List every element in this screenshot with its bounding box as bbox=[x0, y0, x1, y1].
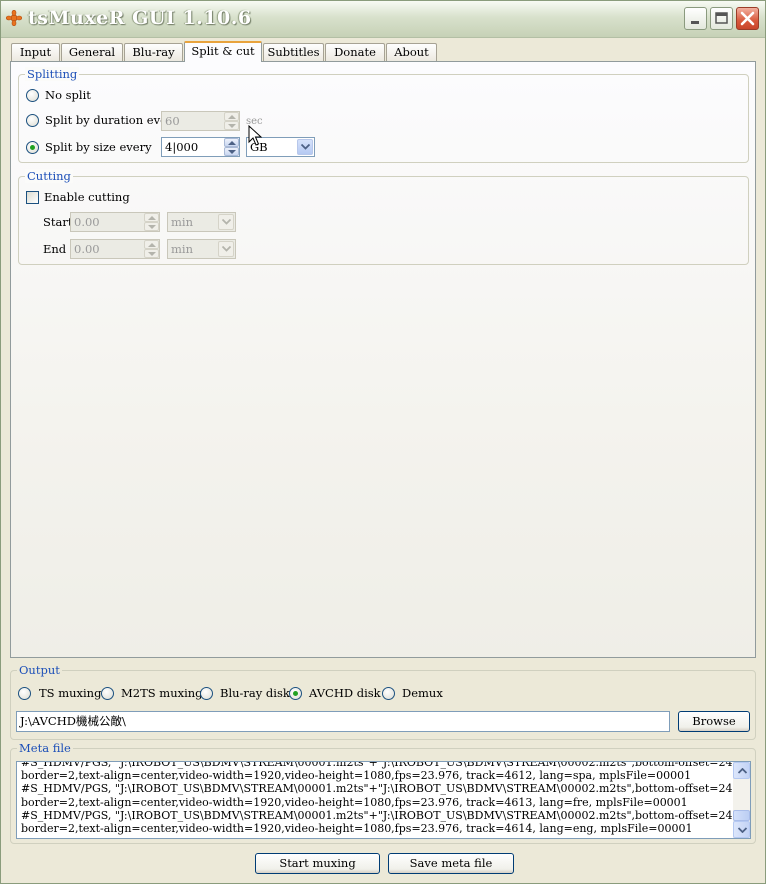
m2ts-muxing-label[interactable]: M2TS muxing bbox=[121, 686, 203, 700]
cut-start-input[interactable]: 0.00 bbox=[70, 212, 160, 232]
demux-label[interactable]: Demux bbox=[402, 686, 443, 700]
browse-button[interactable]: Browse bbox=[678, 711, 750, 732]
tab-about[interactable]: About bbox=[386, 43, 437, 61]
split-by-duration-radio[interactable] bbox=[26, 114, 39, 127]
save-meta-file-button[interactable]: Save meta file bbox=[388, 853, 514, 874]
splitting-legend: Splitting bbox=[25, 67, 80, 81]
cut-end-up-button[interactable] bbox=[144, 240, 159, 249]
meta-file-scrollbar[interactable] bbox=[733, 762, 750, 838]
arrow-up-icon bbox=[148, 216, 156, 220]
app-icon bbox=[6, 10, 22, 26]
size-input[interactable]: 4|000 bbox=[161, 137, 240, 157]
arrow-up-icon bbox=[228, 141, 236, 145]
cut-start-label: Start bbox=[43, 215, 73, 229]
avchd-disk-radio[interactable] bbox=[289, 687, 302, 700]
enable-cutting-checkbox[interactable] bbox=[26, 191, 39, 204]
chevron-down-icon bbox=[222, 246, 231, 252]
split-by-size-label[interactable]: Split by size every bbox=[45, 140, 152, 154]
chevron-down-icon bbox=[222, 219, 231, 225]
close-button[interactable] bbox=[736, 7, 759, 30]
cut-start-unit-value: min bbox=[171, 215, 193, 229]
tab-general[interactable]: General bbox=[61, 43, 123, 61]
ts-muxing-label[interactable]: TS muxing bbox=[39, 686, 101, 700]
close-icon bbox=[740, 11, 755, 26]
output-path-input[interactable]: J:\AVCHD機械公敵\ bbox=[16, 711, 670, 732]
cut-end-unit-select[interactable]: min bbox=[167, 239, 236, 259]
main-window: tsMuxeR GUI 1.10.6 Input General Blu-ray… bbox=[0, 0, 766, 884]
split-by-size-radio[interactable] bbox=[26, 141, 39, 154]
duration-spinner[interactable] bbox=[224, 112, 239, 130]
size-spinner[interactable] bbox=[224, 138, 239, 156]
meta-file-textarea[interactable]: #S_HDMV/PGS, "J:\IROBOT_US\BDMV\STREAM\0… bbox=[16, 761, 751, 839]
size-value: 4|000 bbox=[165, 140, 199, 154]
blu-ray-disk-label[interactable]: Blu-ray disk bbox=[220, 686, 290, 700]
tab-input[interactable]: Input bbox=[11, 43, 60, 61]
output-group: Output TS muxing M2TS muxing Blu-ray dis… bbox=[10, 663, 756, 740]
size-up-button[interactable] bbox=[224, 138, 239, 147]
tab-donate[interactable]: Donate bbox=[325, 43, 385, 61]
meta-file-legend: Meta file bbox=[17, 741, 73, 755]
tab-subtitles[interactable]: Subtitles bbox=[263, 43, 324, 61]
no-split-radio[interactable] bbox=[26, 89, 39, 102]
cut-end-unit-value: min bbox=[171, 242, 193, 256]
cut-end-value: 0.00 bbox=[74, 242, 100, 256]
output-legend: Output bbox=[17, 663, 62, 677]
tab-blu-ray[interactable]: Blu-ray bbox=[124, 43, 183, 61]
cut-end-down-button[interactable] bbox=[144, 249, 159, 258]
start-muxing-button[interactable]: Start muxing bbox=[255, 853, 380, 874]
scroll-down-button[interactable] bbox=[733, 821, 750, 838]
meta-file-content: #S_HDMV/PGS, "J:\IROBOT_US\BDMV\STREAM\0… bbox=[21, 761, 751, 836]
demux-radio[interactable] bbox=[382, 687, 395, 700]
cut-start-unit-dropdown[interactable] bbox=[218, 214, 234, 230]
cut-end-spinner[interactable] bbox=[144, 240, 159, 258]
avchd-disk-label[interactable]: AVCHD disk bbox=[309, 686, 381, 700]
cut-start-value: 0.00 bbox=[74, 215, 100, 229]
tab-split-cut[interactable]: Split & cut bbox=[184, 41, 262, 62]
mouse-cursor-icon bbox=[248, 125, 262, 146]
cut-start-down-button[interactable] bbox=[144, 222, 159, 231]
cut-end-unit-dropdown[interactable] bbox=[218, 241, 234, 257]
blu-ray-disk-radio[interactable] bbox=[200, 687, 213, 700]
maximize-button[interactable] bbox=[710, 7, 733, 30]
arrow-down-icon bbox=[228, 124, 236, 128]
arrow-down-icon bbox=[228, 150, 236, 154]
scroll-thumb[interactable] bbox=[733, 810, 750, 821]
cut-end-input[interactable]: 0.00 bbox=[70, 239, 160, 259]
arrow-up-icon bbox=[228, 115, 236, 119]
no-split-label[interactable]: No split bbox=[45, 88, 91, 102]
duration-down-button[interactable] bbox=[224, 121, 239, 130]
cutting-group: Cutting Enable cutting Start 0.00 min En… bbox=[18, 169, 749, 265]
title-bar[interactable]: tsMuxeR GUI 1.10.6 bbox=[1, 1, 765, 38]
chevron-up-icon bbox=[738, 768, 747, 774]
arrow-up-icon bbox=[148, 243, 156, 247]
chevron-down-icon bbox=[301, 144, 310, 150]
ts-muxing-radio[interactable] bbox=[18, 687, 31, 700]
m2ts-muxing-radio[interactable] bbox=[101, 687, 114, 700]
split-cut-panel: Splitting No split Split by duration eve… bbox=[10, 61, 756, 658]
cut-start-spinner[interactable] bbox=[144, 213, 159, 231]
duration-value: 60 bbox=[165, 114, 180, 128]
cut-start-up-button[interactable] bbox=[144, 213, 159, 222]
cut-end-label: End bbox=[43, 242, 67, 256]
cutting-legend: Cutting bbox=[25, 169, 73, 183]
arrow-down-icon bbox=[148, 225, 156, 229]
window-title: tsMuxeR GUI 1.10.6 bbox=[28, 7, 252, 29]
arrow-down-icon bbox=[148, 252, 156, 256]
maximize-icon bbox=[715, 12, 728, 24]
minimize-button[interactable] bbox=[684, 7, 707, 30]
duration-up-button[interactable] bbox=[224, 112, 239, 121]
scroll-up-button[interactable] bbox=[733, 762, 750, 779]
size-down-button[interactable] bbox=[224, 147, 239, 156]
split-by-duration-label[interactable]: Split by duration every bbox=[45, 113, 179, 127]
cut-start-unit-select[interactable]: min bbox=[167, 212, 236, 232]
chevron-down-icon bbox=[738, 827, 747, 833]
splitting-group: Splitting No split Split by duration eve… bbox=[18, 67, 749, 163]
minimize-icon bbox=[691, 21, 699, 24]
size-unit-dropdown-button[interactable] bbox=[297, 139, 313, 155]
duration-input[interactable]: 60 bbox=[161, 111, 240, 131]
enable-cutting-label[interactable]: Enable cutting bbox=[44, 190, 130, 204]
